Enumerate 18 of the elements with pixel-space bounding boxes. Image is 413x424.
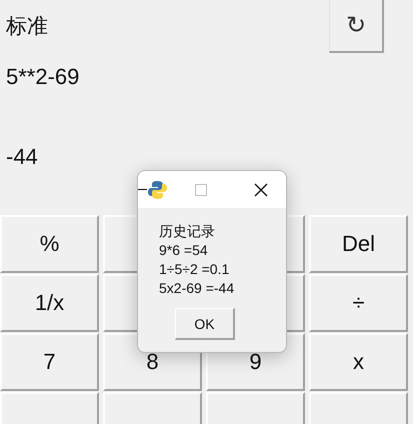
minimize-icon[interactable] (138, 189, 147, 190)
history-entry: 9*6 =54 (159, 241, 209, 260)
calculator-key[interactable]: Del (309, 215, 408, 273)
result-display: -44 (6, 144, 39, 171)
calculator-key[interactable]: x (309, 333, 408, 391)
refresh-button[interactable]: ↻ (329, 0, 384, 53)
ok-button[interactable]: OK (175, 308, 235, 340)
calculator-key[interactable]: % (0, 215, 99, 273)
calculator-key[interactable]: 7 (0, 333, 99, 391)
history-entry: 5x2-69 =-44 (159, 279, 236, 298)
app-icon (148, 180, 167, 200)
calculator-key[interactable]: 1/x (0, 274, 99, 332)
calculator-key[interactable]: ÷ (309, 274, 408, 332)
history-heading: 历史记录 (159, 222, 216, 241)
history-entry: 1÷5÷2 =0.1 (159, 260, 230, 279)
close-icon[interactable] (254, 182, 268, 196)
expression-display: 5**2-69 (6, 64, 80, 91)
mode-title: 标准 (6, 14, 48, 40)
